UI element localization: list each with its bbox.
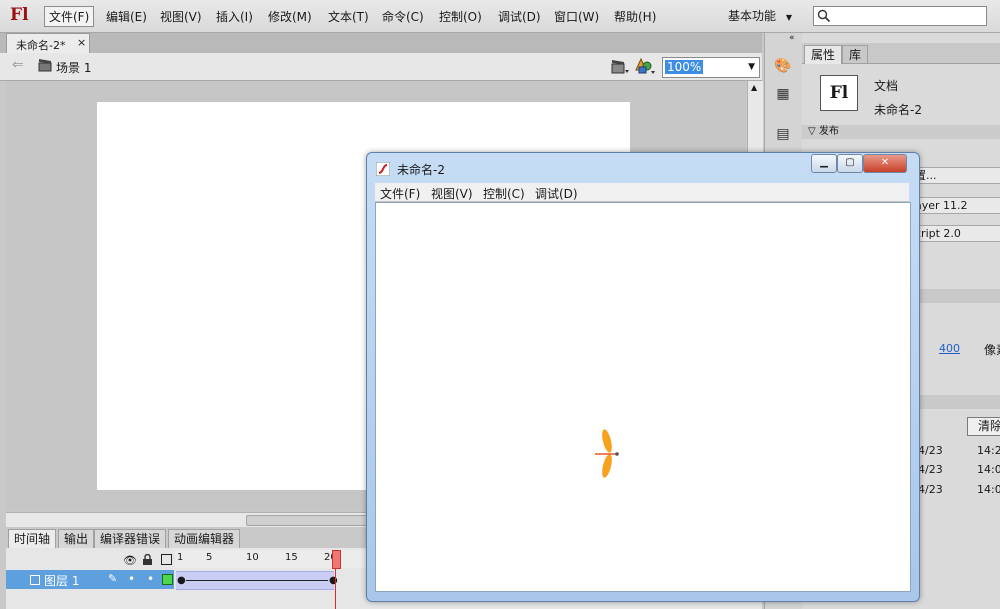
close-icon[interactable]: × [77,36,86,49]
player-menu-control[interactable]: 控制(C) [483,185,525,202]
ruler-tick: 1 [177,552,184,563]
menu-commands[interactable]: 命令(C) [382,8,424,25]
scroll-up-icon[interactable]: ▲ [751,83,757,92]
tab-output[interactable]: 输出 [58,529,95,548]
app-logo: Fl [10,5,29,25]
collapse-icon[interactable]: « [789,33,795,43]
tab-library[interactable]: 库 [842,45,869,64]
edit-symbols-icon[interactable] [634,56,656,76]
swatches-grid-icon[interactable]: ▦ [771,83,795,105]
flash-player-window[interactable]: 未命名-2 ▁ ▢ ✕ 文件(F) 视图(V) 控制(C) 调试(D) [366,152,920,602]
player-stage[interactable] [375,202,911,592]
document-icon: Fl [820,75,858,111]
ruler-tick: 10 [246,552,259,563]
properties-tab-bar: 属性 库 [802,43,1000,64]
document-tab[interactable]: 未命名-2* × [6,33,90,54]
player-menu-file[interactable]: 文件(F) [380,185,420,202]
menu-help[interactable]: 帮助(H) [614,8,656,25]
motion-tween-span[interactable]: ● ● [176,571,338,590]
tween-arrow [186,580,328,581]
playhead[interactable] [332,550,341,569]
tab-motion-editor[interactable]: 动画编辑器 [168,529,241,548]
menu-bar: Fl 文件(F) 编辑(E) 视图(V) 插入(I) 修改(M) 文本(T) 命… [0,0,1000,33]
stage-width-value[interactable]: 400 [939,342,960,355]
lock-dot[interactable]: • [147,572,154,586]
history-date: 4/23 [918,463,943,476]
menu-view[interactable]: 视图(V) [160,8,202,25]
document-tab-bar: 未命名-2* × [0,33,762,54]
menu-file[interactable]: 文件(F) [44,6,95,27]
eye-icon[interactable]: 👁 [123,554,137,567]
layer-color-swatch[interactable] [162,574,173,585]
unit-label: 像素 [984,343,1000,357]
edit-scene-icon[interactable] [610,57,630,75]
playhead-line [335,568,336,609]
history-time: 14:2 [977,444,1000,457]
layer-icon [30,575,40,585]
back-arrow-icon[interactable]: ⇐ [12,57,24,73]
player-menu-debug[interactable]: 调试(D) [535,185,578,202]
scene-label: 场景 1 [56,61,92,75]
menu-text[interactable]: 文本(T) [328,8,369,25]
zoom-dropdown[interactable]: 100% ▼ [662,57,760,78]
tab-properties[interactable]: 属性 [804,45,843,64]
history-time: 14:0 [977,463,1000,476]
outline-icon[interactable] [161,554,172,565]
dragonfly-graphic [595,429,619,478]
close-button[interactable]: ✕ [863,154,907,173]
publish-section-header[interactable]: ▽ 发布 [802,125,1000,139]
keyframe-dot[interactable]: ● [177,575,186,586]
player-menu-view[interactable]: 视图(V) [431,185,473,202]
clear-history-button[interactable]: 清除 [967,417,1000,436]
tab-compiler-errors[interactable]: 编译器错误 [94,529,167,548]
horizontal-scroll-thumb[interactable] [246,515,378,526]
document-type-label: 文档 [874,79,899,93]
scene-bar: ⇐ 场景 1 100% ▼ [0,53,762,81]
section-divider [910,395,1000,409]
visibility-dot[interactable]: • [128,572,135,586]
layer-name[interactable]: 图层 1 [44,572,79,589]
align-icon[interactable]: ▤ [771,123,795,145]
player-menu-bar: 文件(F) 视图(V) 控制(C) 调试(D) [375,183,909,202]
layer-row[interactable]: 图层 1 ✎ • • [6,570,174,589]
actionscript-version-field[interactable]: cript 2.0 [910,225,1000,242]
section-divider [910,289,1000,303]
minimize-button[interactable]: ▁ [811,154,837,173]
menu-edit[interactable]: 编辑(E) [106,8,147,25]
tab-timeline[interactable]: 时间轴 [8,529,57,548]
flash-player-icon [376,162,390,176]
pencil-icon[interactable]: ✎ [108,572,117,585]
history-time: 14:0 [977,483,1000,496]
search-input[interactable] [832,8,980,22]
ruler-tick: 15 [285,552,298,563]
document-name-label: 未命名-2 [874,103,922,117]
chevron-down-icon: ▼ [748,62,755,72]
publish-settings-button[interactable]: 置... [910,167,1000,184]
menu-window[interactable]: 窗口(W) [554,8,599,25]
keyframe-dot[interactable]: ● [329,575,338,586]
lock-icon[interactable] [142,554,153,566]
zoom-value: 100% [665,60,704,74]
ruler-tick: 5 [206,552,213,563]
menu-debug[interactable]: 调试(D) [498,8,541,25]
help-search-box[interactable] [813,6,987,26]
menu-modify[interactable]: 修改(M) [268,8,312,25]
chevron-down-icon: ▼ [785,13,792,22]
player-version-field[interactable]: ayer 11.2 [910,197,1000,214]
menu-insert[interactable]: 插入(I) [216,8,253,25]
maximize-button[interactable]: ▢ [837,154,863,173]
clapperboard-icon [38,59,52,72]
player-window-title: 未命名-2 [397,163,445,177]
history-date: 4/23 [918,444,943,457]
menu-control[interactable]: 控制(O) [439,8,482,25]
search-icon [817,9,831,23]
workspace-label: 基本功能 [728,9,777,23]
color-palette-icon[interactable]: 🎨 [771,55,795,77]
history-date: 4/23 [918,483,943,496]
document-tab-label: 未命名-2* [16,39,66,52]
workspace-switcher[interactable]: 基本功能 ▼ [724,6,800,26]
